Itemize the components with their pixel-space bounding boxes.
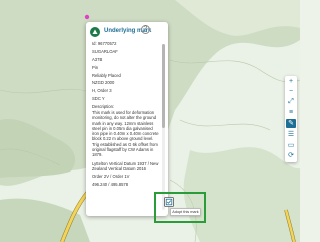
plus-icon: + xyxy=(288,78,294,85)
refresh-icon: ⟳ xyxy=(288,152,294,159)
vertical-datum: Lyttelton Vertical Datum 1937 / New Zeal… xyxy=(92,160,159,172)
scrollbar-thumb[interactable] xyxy=(162,44,165,128)
mark-name: SUGARLOAF xyxy=(92,48,118,54)
description-text: This mark is used for deformation monito… xyxy=(92,109,159,158)
layers-icon: ≡ xyxy=(288,109,294,116)
list-button[interactable]: ☰ xyxy=(286,130,296,139)
vertical-height: 496.240 / 495.8578 xyxy=(92,182,129,188)
survey-mark-icon xyxy=(90,27,100,37)
map-marker xyxy=(84,14,90,20)
edit-button[interactable]: ✎ xyxy=(286,119,296,128)
adopt-mark-tooltip: Adopt this mark xyxy=(170,208,201,216)
fullscreen-button[interactable]: ⤢ xyxy=(286,97,296,106)
bookmark-button[interactable]: ▭ xyxy=(286,141,296,150)
map-toolbar: + − ⤢ ≡ ✎ ☰ ▭ ⟳ xyxy=(285,76,297,162)
popup-body: Id: 96770572 SUGARLOAF A37B Pin Reliably… xyxy=(92,41,160,211)
mark-sdc: SDC Y xyxy=(92,96,105,102)
zoom-in-button[interactable]: + xyxy=(286,77,296,86)
list-icon: ☰ xyxy=(287,131,295,138)
minus-icon: − xyxy=(288,88,294,95)
adopt-mark-icon[interactable] xyxy=(164,197,174,207)
description-label: Description: xyxy=(92,104,115,110)
help-icon[interactable]: ? xyxy=(141,25,150,34)
mark-id: Id: 96770572 xyxy=(92,41,117,46)
zoom-out-button[interactable]: − xyxy=(286,87,296,96)
refresh-button[interactable]: ⟳ xyxy=(286,151,296,160)
mark-order: H, Order 3 xyxy=(92,88,112,94)
layers-button[interactable]: ≡ xyxy=(286,108,296,117)
bookmark-icon: ▭ xyxy=(287,142,295,149)
underlying-mark-popup: Underlying mark ? Id: 96770572 SUGARLOAF… xyxy=(86,22,168,216)
mark-type: Pin xyxy=(92,64,99,70)
mark-datum: NZGD 2000 xyxy=(92,80,115,86)
mark-condition: Reliably Placed xyxy=(92,72,121,78)
expand-icon: ⤢ xyxy=(288,98,294,105)
popup-header: Underlying mark ? xyxy=(86,22,168,42)
edit-pencil-icon: ✎ xyxy=(288,120,294,127)
mark-code: A37B xyxy=(92,56,103,62)
vertical-order: Order 2V / Order 1V xyxy=(92,174,130,180)
popup-scrollbar[interactable] xyxy=(162,44,165,210)
